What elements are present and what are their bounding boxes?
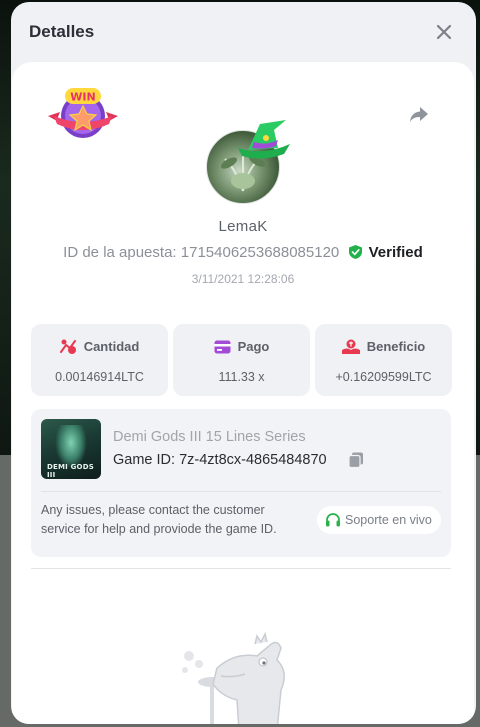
copy-icon (348, 452, 363, 469)
dinosaur-mascot-icon (182, 631, 285, 724)
bet-id-label: ID de la apuesta: (63, 244, 177, 261)
player-avatar-group (206, 120, 296, 212)
close-icon (436, 24, 452, 40)
stat-profit-label: Beneficio (366, 339, 426, 354)
profit-icon (341, 339, 360, 354)
stat-amount: Cantidad 0.00146914LTC (31, 324, 168, 396)
copy-button[interactable] (348, 452, 364, 469)
bet-id-value: 1715406253688085120 (180, 244, 340, 261)
support-instructions: Any issues, please contact the customer … (41, 503, 277, 536)
divider (41, 491, 441, 492)
witch-hat-icon (238, 120, 290, 159)
bet-timestamp: 3/11/2021 12:28:06 (191, 272, 295, 286)
verified-shield-icon (349, 245, 363, 259)
verified-label: Verified (368, 244, 423, 261)
bet-amount-icon (59, 339, 76, 354)
headset-icon (326, 513, 340, 527)
game-id-value: 7z-4zt8cx-4865484870 (179, 452, 327, 468)
game-info-panel: DEMI GODS III Demi Gods III 15 Lines Ser… (31, 409, 451, 557)
stat-payout-value: 111.33 x (218, 370, 265, 384)
share-arrow-icon (410, 107, 428, 122)
svg-text:WIN: WIN (70, 91, 95, 104)
game-id-label: Game ID: (113, 452, 176, 468)
bet-id-line: ID de la apuesta: 1715406253688085120 Ve… (12, 244, 474, 261)
username: LemaK (218, 218, 268, 235)
modal-title: Detalles (29, 22, 95, 41)
live-support-button[interactable]: Soporte en vivo (317, 506, 441, 534)
stat-profit-value: +0.16209599LTC (335, 370, 432, 384)
game-thumbnail-title: DEMI GODS III (47, 463, 94, 479)
win-badge-icon: WIN (48, 88, 118, 138)
game-name: Demi Gods III 15 Lines Series (113, 429, 306, 445)
share-button[interactable] (407, 102, 431, 126)
bet-details-card: WIN LemaK ID de la apuesta: 171540625368… (12, 62, 474, 724)
divider (31, 568, 451, 569)
live-support-label: Soporte en vivo (345, 513, 432, 527)
stat-amount-value: 0.00146914LTC (55, 370, 144, 384)
game-id-line: Game ID: 7z-4zt8cx-4865484870 (113, 452, 327, 468)
details-modal: Detalles WIN LemaK ID de la apuesta: 171… (11, 2, 476, 724)
stat-payout: Pago 111.33 x (173, 324, 310, 396)
stat-amount-label: Cantidad (83, 339, 140, 354)
card-icon (214, 340, 231, 354)
stat-profit: Beneficio +0.16209599LTC (315, 324, 452, 396)
close-button[interactable] (432, 20, 456, 44)
game-thumbnail[interactable]: DEMI GODS III (41, 419, 101, 479)
stat-payout-label: Pago (237, 339, 270, 354)
